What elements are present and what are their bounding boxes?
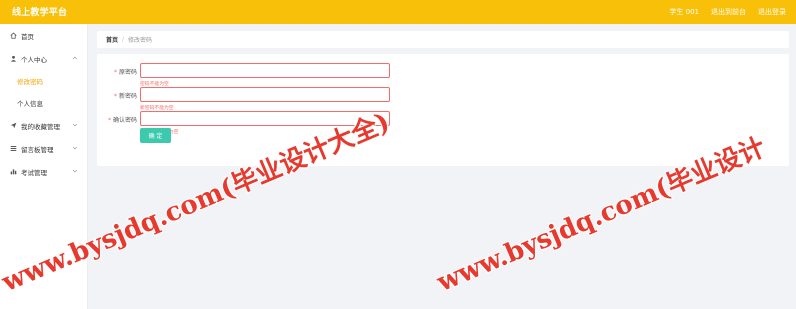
main-content: 首页 / 修改密码 * 原密码 密码不能为空 * 新密码 新密码不能为空 * 确认密码… bbox=[97, 31, 789, 166]
user-label: 学生 001 bbox=[669, 8, 699, 16]
field-error: 新密码不能为空 bbox=[140, 106, 174, 111]
logout-link[interactable]: 退出登录 bbox=[758, 7, 786, 17]
exit-to-front-link[interactable]: 退出到前台 bbox=[711, 7, 746, 17]
sidebar-item-label: 留言板管理 bbox=[21, 145, 54, 154]
user-icon bbox=[9, 55, 17, 63]
field-label: * 原密码 bbox=[113, 69, 137, 76]
chevron-down-icon bbox=[72, 169, 78, 173]
sidebar-item-favorites[interactable]: 我的收藏管理 bbox=[0, 114, 87, 137]
chevron-up-icon bbox=[72, 56, 78, 60]
sidebar-item-label: 我的收藏管理 bbox=[21, 122, 60, 131]
breadcrumb-home[interactable]: 首页 bbox=[106, 35, 118, 44]
home-icon bbox=[9, 32, 17, 40]
field-error: 密码不能为空 bbox=[140, 82, 169, 87]
app-title: 线上教学平台 bbox=[12, 8, 68, 18]
chevron-down-icon bbox=[72, 146, 78, 150]
breadcrumb-current: 修改密码 bbox=[128, 37, 153, 44]
sidebar-subitem-change-password[interactable]: 修改密码 bbox=[0, 70, 87, 92]
list-icon bbox=[9, 145, 17, 153]
old-password-field[interactable] bbox=[140, 63, 390, 78]
send-icon bbox=[9, 122, 17, 130]
chart-icon bbox=[9, 168, 17, 176]
top-header: 线上教学平台 学生 001 退出到前台 退出登录 bbox=[0, 0, 796, 24]
chevron-down-icon bbox=[72, 123, 78, 127]
new-password-field[interactable] bbox=[140, 87, 390, 102]
confirm-password-field[interactable] bbox=[140, 111, 390, 126]
sidebar-item-exam[interactable]: 考试管理 bbox=[0, 160, 87, 183]
breadcrumb-separator: / bbox=[122, 36, 125, 43]
sidebar-item-home[interactable]: 首页 bbox=[0, 24, 87, 47]
sidebar-item-label: 个人中心 bbox=[21, 55, 47, 64]
sidebar: 首页 个人中心 修改密码 个人信息 我的收藏管理 留言板管理 考试管理 bbox=[0, 24, 88, 309]
sidebar-subitem-personal-info[interactable]: 个人信息 bbox=[0, 92, 87, 114]
breadcrumb: 首页 / 修改密码 bbox=[97, 31, 789, 48]
sidebar-item-personal-center[interactable]: 个人中心 bbox=[0, 47, 87, 70]
change-password-form: *原密码 密码不能为空 *新密码 新密码不能为空 *确认密码 确认密码不能为空 … bbox=[97, 54, 789, 166]
sidebar-item-label: 考试管理 bbox=[21, 168, 47, 177]
field-label: * 新密码 bbox=[113, 93, 137, 100]
sidebar-item-label: 首页 bbox=[21, 32, 34, 41]
field-label: * 确认密码 bbox=[107, 117, 137, 124]
submit-button[interactable]: 确 定 bbox=[140, 128, 171, 143]
header-actions: 学生 001 退出到前台 退出登录 bbox=[669, 7, 786, 17]
sidebar-item-message-board[interactable]: 留言板管理 bbox=[0, 137, 87, 160]
